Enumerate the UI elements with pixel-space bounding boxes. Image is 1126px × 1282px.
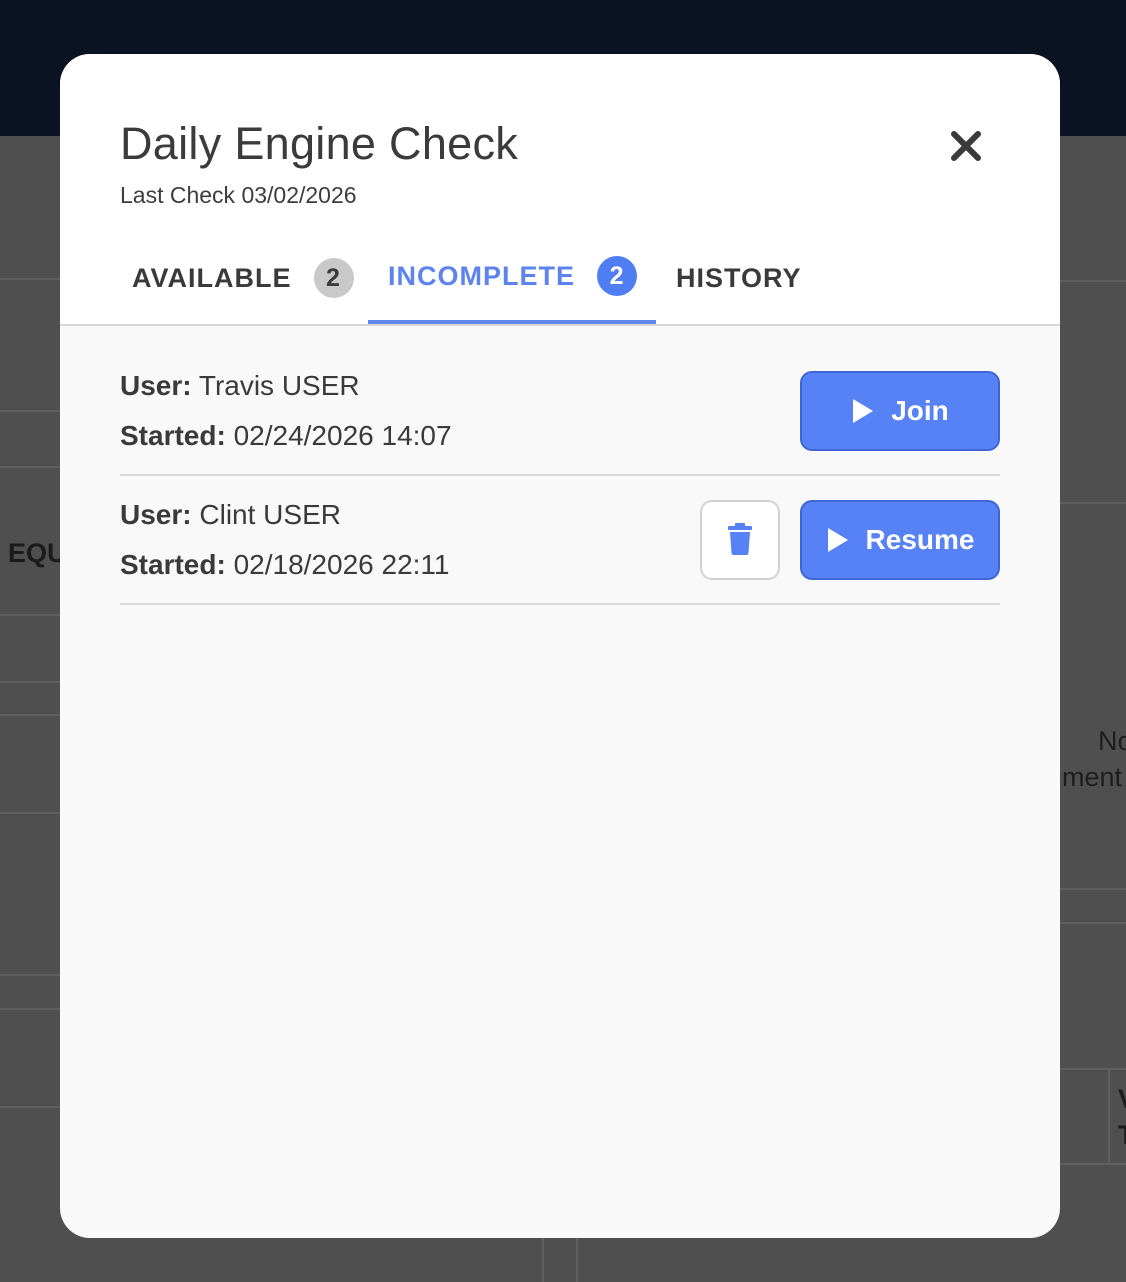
row-started: Started: 02/24/2026 14:07 [120,420,452,452]
bg-divider [0,278,60,280]
incomplete-count-badge: 2 [597,256,638,296]
started-label: Started: [120,549,226,580]
bg-text-fragment: V [1118,1084,1126,1115]
bg-divider [0,974,60,976]
bg-divider [0,466,60,468]
play-icon [851,398,875,424]
tab-label: INCOMPLETE [388,260,576,291]
tab-history[interactable]: HISTORY [676,232,802,324]
bg-divider [1060,1068,1126,1070]
resume-button-label: Resume [865,524,975,555]
bg-divider [0,614,60,616]
bg-divider [1060,888,1126,890]
bg-divider [576,1238,578,1282]
modal-title: Daily Engine Check [120,118,519,169]
row-started: Started: 02/18/2026 22:11 [120,549,449,581]
tab-incomplete[interactable]: INCOMPLETE 2 [388,230,638,322]
user-label: User: [120,499,192,530]
started-timestamp: 02/18/2026 22:11 [233,549,450,580]
play-icon [826,527,850,553]
bg-label-fragment: EQU [8,538,67,568]
bg-divider [0,410,60,412]
delete-button[interactable] [700,500,780,580]
bg-divider [0,681,60,683]
tab-label: AVAILABLE [132,262,292,293]
bg-divider [1060,502,1126,504]
bg-divider [1060,280,1126,282]
close-button[interactable] [944,124,988,168]
started-timestamp: 02/24/2026 14:07 [233,420,452,451]
row-user: User: Clint USER [120,499,341,531]
bg-divider [1060,1163,1126,1165]
tab-label: HISTORY [676,262,802,293]
incomplete-check-row: User: Clint USER Started: 02/18/2026 22:… [120,475,1000,605]
bg-divider [0,714,60,716]
bg-divider [1060,922,1126,924]
close-icon [944,131,988,171]
bg-text-fragment: No [1098,726,1126,756]
row-user: User: Travis USER [120,370,360,402]
bg-text-fragment: ment [1062,762,1123,792]
bg-text-fragment: T [1118,1120,1126,1151]
started-label: Started: [120,420,226,451]
tab-available[interactable]: AVAILABLE 2 [132,232,354,324]
bg-divider [0,812,60,814]
user-label: User: [120,370,192,401]
bg-divider [542,1238,544,1282]
user-name: Travis USER [198,370,360,401]
check-tabs: AVAILABLE 2 INCOMPLETE 2 HISTORY [60,234,1060,326]
bg-divider [0,1106,60,1108]
resume-button[interactable]: Resume [800,500,1000,580]
daily-engine-check-modal: Daily Engine Check Last Check 03/02/2026… [60,54,1060,1238]
tabs-divider [60,324,1060,326]
available-count-badge: 2 [313,258,354,298]
last-check-date: Last Check 03/02/2026 [120,182,357,208]
row-divider [120,603,1000,605]
user-name: Clint USER [199,499,341,530]
join-button[interactable]: Join [800,371,1000,451]
active-tab-indicator [368,320,656,324]
bg-divider [0,1008,60,1010]
incomplete-check-row: User: Travis USER Started: 02/24/2026 14… [120,346,1000,476]
bg-divider [1108,1070,1110,1164]
trash-icon [727,522,753,558]
join-button-label: Join [891,395,949,426]
